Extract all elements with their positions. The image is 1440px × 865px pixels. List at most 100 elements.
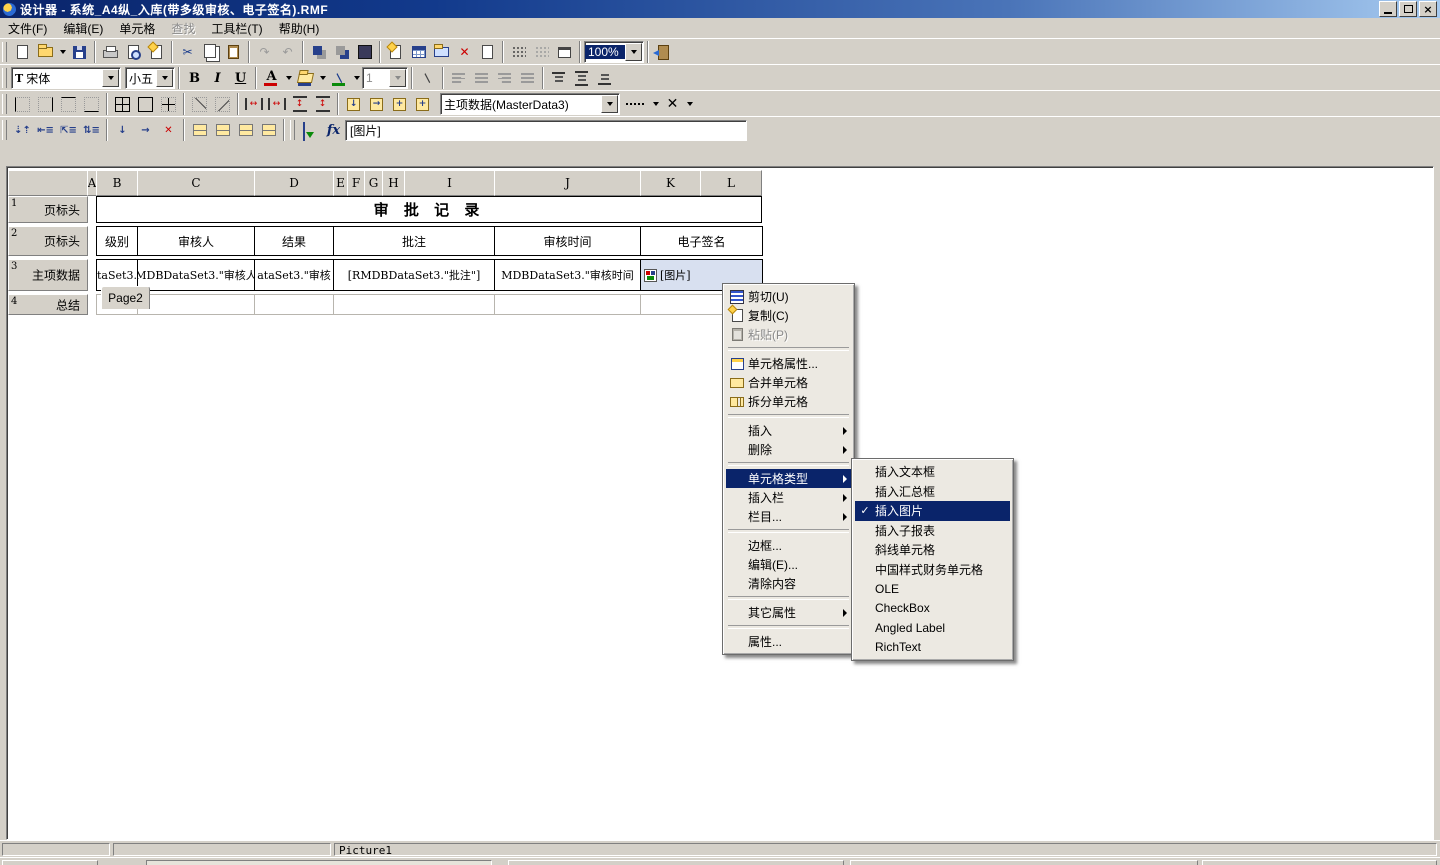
menu-item-insert-column[interactable]: 插入栏 [726, 488, 851, 507]
outer-border-button[interactable] [134, 93, 157, 115]
submenu-item-chinese-finance-cell[interactable]: 中国样式财务单元格 [855, 560, 1010, 580]
diagonal-down-button[interactable] [188, 93, 211, 115]
grow-cell-right-button[interactable]: → [365, 93, 388, 115]
menu-cell[interactable]: 单元格 [111, 18, 163, 39]
band-row-1[interactable]: 1 页标头 [8, 196, 88, 223]
restore-button[interactable] [1399, 1, 1417, 17]
expand-width-button[interactable]: + [388, 93, 411, 115]
open-button[interactable] [34, 41, 57, 63]
menu-item-properties[interactable]: 属性... [726, 632, 851, 651]
delete-page-button[interactable]: ✕ [453, 41, 476, 63]
taskbar-task-button[interactable] [508, 860, 844, 865]
band-row-2[interactable]: 2 页标头 [8, 226, 88, 256]
font-size-dropdown-button[interactable] [156, 69, 173, 87]
menu-item-other-properties[interactable]: 其它属性 [726, 603, 851, 622]
toolbar-gripper[interactable] [290, 120, 295, 140]
border-left-button[interactable] [11, 93, 34, 115]
same-width-all-button[interactable]: ↔ [265, 93, 288, 115]
undo-button[interactable]: ↶ [276, 41, 299, 63]
band-row-3[interactable]: 3 主项数据 [8, 259, 88, 291]
border-color-dropdown-button[interactable] [351, 67, 362, 89]
menu-item-clear-content[interactable]: 清除内容 [726, 574, 851, 593]
diagonal-up-button[interactable] [211, 93, 234, 115]
bring-to-front-button[interactable] [307, 41, 330, 63]
summary-cell[interactable] [137, 294, 255, 315]
summary-cell[interactable] [494, 294, 641, 315]
background-color-dropdown-button[interactable] [317, 67, 328, 89]
header-cell-comment[interactable]: 批注 [333, 226, 495, 256]
submenu-item-insert-summary[interactable]: 插入汇总框 [855, 482, 1010, 502]
font-name-combo[interactable]: T 宋体 [11, 67, 121, 89]
menu-toolbars[interactable]: 工具栏(T) [203, 18, 270, 39]
toolbar-gripper[interactable] [2, 68, 7, 88]
send-to-back-button[interactable] [330, 41, 353, 63]
menu-edit[interactable]: 编辑(E) [55, 18, 111, 39]
bold-button[interactable]: B [183, 67, 206, 89]
zoom-dropdown-button[interactable] [625, 43, 642, 61]
summary-cell[interactable] [254, 294, 334, 315]
border-bottom-button[interactable] [80, 93, 103, 115]
fill-color-button[interactable] [353, 41, 376, 63]
menu-find[interactable]: 查找 [163, 18, 203, 39]
submenu-item-insert-textbox[interactable]: 插入文本框 [855, 462, 1010, 482]
valign-top-button[interactable] [547, 67, 570, 89]
submenu-item-insert-subreport[interactable]: 插入子报表 [855, 521, 1010, 541]
menu-item-cell-type[interactable]: 单元格类型 [726, 469, 851, 488]
same-height-button[interactable]: ↕ [288, 93, 311, 115]
no-border-dropdown-button[interactable] [684, 93, 695, 115]
menu-item-edit[interactable]: 编辑(E)... [726, 555, 851, 574]
redo-button[interactable]: ↷ [253, 41, 276, 63]
grid-corner[interactable] [8, 170, 88, 196]
border-top-button[interactable] [57, 93, 80, 115]
insert-column-right-button[interactable]: → [134, 119, 157, 141]
dataset-dropdown-button[interactable] [601, 95, 618, 113]
column-header-g[interactable]: G [364, 170, 383, 196]
split-cell-vertical-button[interactable]: ⇣⇡ [11, 119, 34, 141]
all-borders-button[interactable] [111, 93, 134, 115]
print-setup-button[interactable] [145, 41, 168, 63]
submenu-item-richtext[interactable]: RichText [855, 638, 1010, 658]
close-button[interactable]: × [1419, 1, 1437, 17]
toolbar-gripper[interactable] [2, 42, 7, 62]
print-button[interactable] [99, 41, 122, 63]
italic-button[interactable]: I [206, 67, 229, 89]
header-cell-level[interactable]: 级别 [96, 226, 138, 256]
line-style-dropdown-button[interactable] [650, 93, 661, 115]
taskbar-task-button[interactable] [146, 860, 492, 865]
paste-button[interactable] [222, 41, 245, 63]
menu-item-cell-properties[interactable]: 单元格属性... [726, 354, 851, 373]
background-color-button[interactable] [294, 67, 317, 89]
font-size-combo[interactable]: 小五 [125, 67, 175, 89]
insert-field-button[interactable] [299, 119, 322, 141]
minimize-button[interactable] [1379, 1, 1397, 17]
append-band-button[interactable] [211, 119, 234, 141]
submenu-item-insert-picture[interactable]: ✓插入图片 [855, 501, 1010, 521]
formula-button[interactable]: fx [322, 119, 345, 141]
add-page-button[interactable] [430, 41, 453, 63]
delete-cell-button[interactable]: ✕ [157, 119, 180, 141]
font-color-dropdown-button[interactable] [283, 67, 294, 89]
insert-row-below-button[interactable]: ↓ [111, 119, 134, 141]
font-color-button[interactable]: A [260, 67, 283, 89]
align-left-button[interactable] [447, 67, 470, 89]
menu-item-copy[interactable]: 复制(C) [726, 306, 851, 325]
menu-item-split-cells[interactable]: 拆分单元格 [726, 392, 851, 411]
page-layout-button[interactable] [553, 41, 576, 63]
column-header-i[interactable]: I [404, 170, 495, 196]
column-header-h[interactable]: H [382, 170, 405, 196]
toolbar-gripper[interactable] [2, 94, 7, 114]
submenu-item-angled-label[interactable]: Angled Label [855, 618, 1010, 638]
dataset-combo[interactable]: 主项数据(MasterData3) [440, 93, 620, 115]
insert-cell-left-button[interactable]: ⇤≡ [34, 119, 57, 141]
column-header-j[interactable]: J [494, 170, 641, 196]
tab-page2[interactable]: Page2 [101, 286, 150, 309]
cut-button[interactable]: ✂ [176, 41, 199, 63]
taskbar-tray-area[interactable] [1202, 860, 1437, 865]
save-button[interactable] [68, 41, 91, 63]
align-center-button[interactable] [470, 67, 493, 89]
blank-page-button[interactable] [476, 41, 499, 63]
data-cell-comment[interactable]: [RMDBDataSet3."批注"] [333, 259, 495, 291]
align-right-button[interactable] [493, 67, 516, 89]
data-cell-audit-time[interactable]: MDBDataSet3."审核时间 [494, 259, 641, 291]
underline-button[interactable]: U [229, 67, 252, 89]
